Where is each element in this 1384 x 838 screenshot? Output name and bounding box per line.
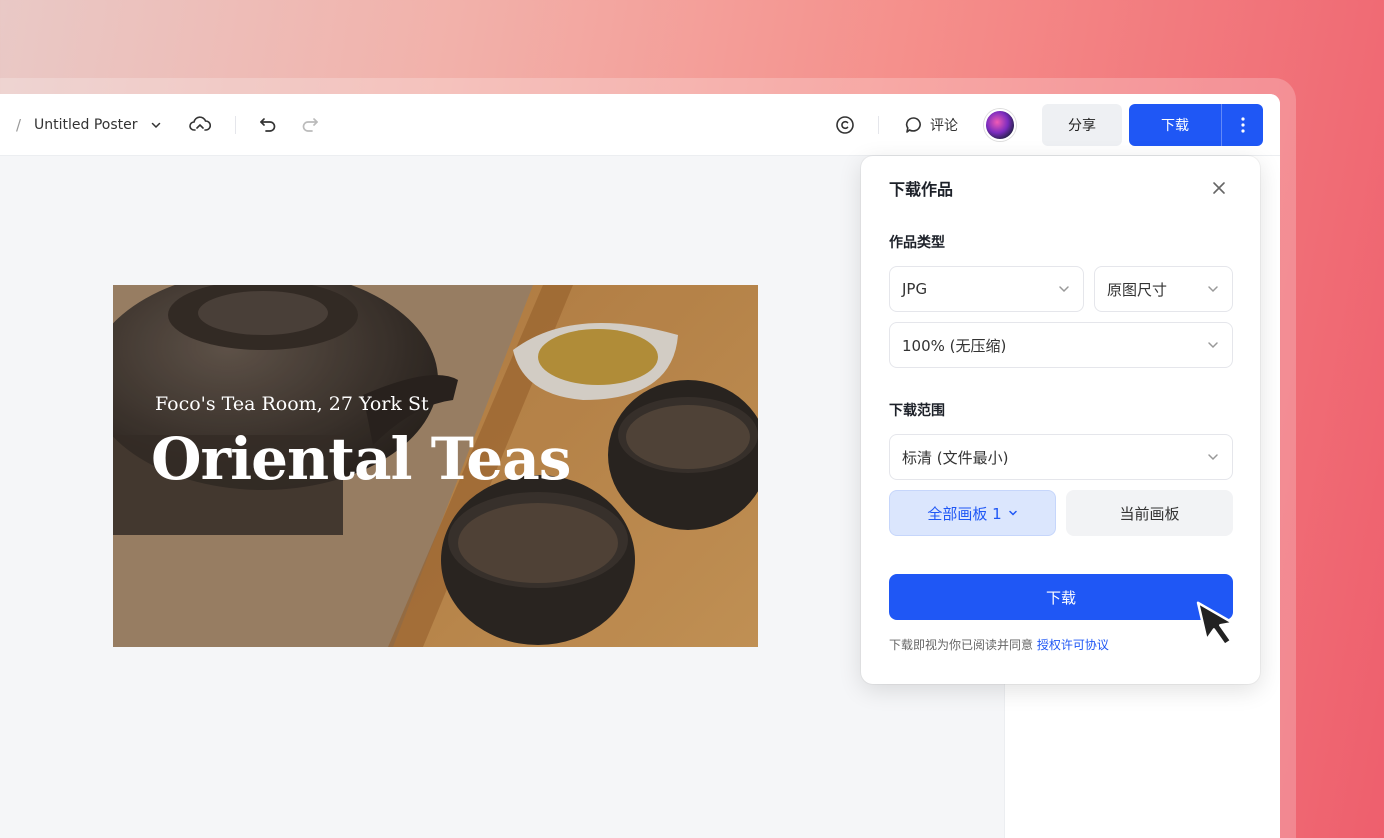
chevron-down-icon xyxy=(1208,454,1218,461)
close-button[interactable] xyxy=(1207,176,1231,200)
redo-button[interactable] xyxy=(296,94,324,156)
resolution-select[interactable]: 标清 (文件最小) xyxy=(889,434,1233,480)
type-section-label: 作品类型 xyxy=(889,235,945,251)
poster-canvas[interactable]: Foco's Tea Room, 27 York St Oriental Tea… xyxy=(113,285,758,647)
comment-label: 评论 xyxy=(930,118,958,134)
chevron-down-icon xyxy=(1059,286,1069,293)
download-button[interactable]: 下载 xyxy=(1129,104,1221,146)
poster-subtitle[interactable]: Foco's Tea Room, 27 York St xyxy=(155,393,429,415)
agreement-text: 下载即视为你已阅读并同意 xyxy=(889,638,1037,652)
avatar[interactable] xyxy=(984,109,1016,141)
comment-button[interactable]: 评论 xyxy=(904,94,958,156)
cloud-sync-button[interactable] xyxy=(186,94,214,156)
poster-title[interactable]: Oriental Teas xyxy=(151,425,571,493)
breadcrumb-separator: / xyxy=(16,116,22,134)
dialog-title: 下载作品 xyxy=(889,180,954,199)
toolbar-divider xyxy=(235,116,236,134)
more-vertical-icon xyxy=(1240,117,1245,133)
format-select-value: JPG xyxy=(902,280,928,298)
chevron-down-icon xyxy=(151,122,160,129)
current-board-option[interactable]: 当前画板 xyxy=(1066,490,1233,536)
cloud-sync-icon xyxy=(189,116,211,131)
copyright-button[interactable] xyxy=(831,94,859,156)
undo-icon xyxy=(260,118,276,132)
format-select[interactable]: JPG xyxy=(889,266,1084,312)
agreement-notice: 下载即视为你已阅读并同意 授权许可协议 xyxy=(889,636,1109,653)
top-toolbar: . / Untitled Poster 评论 分享 下载 xyxy=(0,94,1280,156)
undo-button[interactable] xyxy=(254,94,282,156)
all-boards-label: 全部画板 1 xyxy=(927,504,1002,523)
toolbar-divider xyxy=(878,116,879,134)
document-title[interactable]: Untitled Poster xyxy=(34,94,162,156)
resolution-select-value: 标清 (文件最小) xyxy=(902,448,1009,467)
redo-icon xyxy=(302,118,318,132)
chevron-down-icon xyxy=(1008,510,1017,516)
chevron-down-icon xyxy=(1208,342,1218,349)
download-button-group: 下载 xyxy=(1129,104,1263,146)
share-button[interactable]: 分享 xyxy=(1042,104,1122,146)
comment-icon xyxy=(905,117,921,133)
close-icon xyxy=(1213,182,1225,194)
range-section-label: 下载范围 xyxy=(889,403,945,419)
size-select-value: 原图尺寸 xyxy=(1107,280,1168,299)
copyright-icon xyxy=(836,116,854,134)
mouse-pointer-icon xyxy=(1196,601,1235,647)
all-boards-option[interactable]: 全部画板 1 xyxy=(889,490,1056,536)
size-select[interactable]: 原图尺寸 xyxy=(1094,266,1233,312)
license-agreement-link[interactable]: 授权许可协议 xyxy=(1037,638,1109,652)
chevron-down-icon xyxy=(1208,286,1218,293)
quality-select[interactable]: 100% (无压缩) xyxy=(889,322,1233,368)
confirm-download-button[interactable]: 下载 xyxy=(889,574,1233,620)
quality-select-value: 100% (无压缩) xyxy=(902,336,1007,355)
more-options-button[interactable] xyxy=(1221,104,1263,146)
document-title-text: Untitled Poster xyxy=(34,117,138,133)
